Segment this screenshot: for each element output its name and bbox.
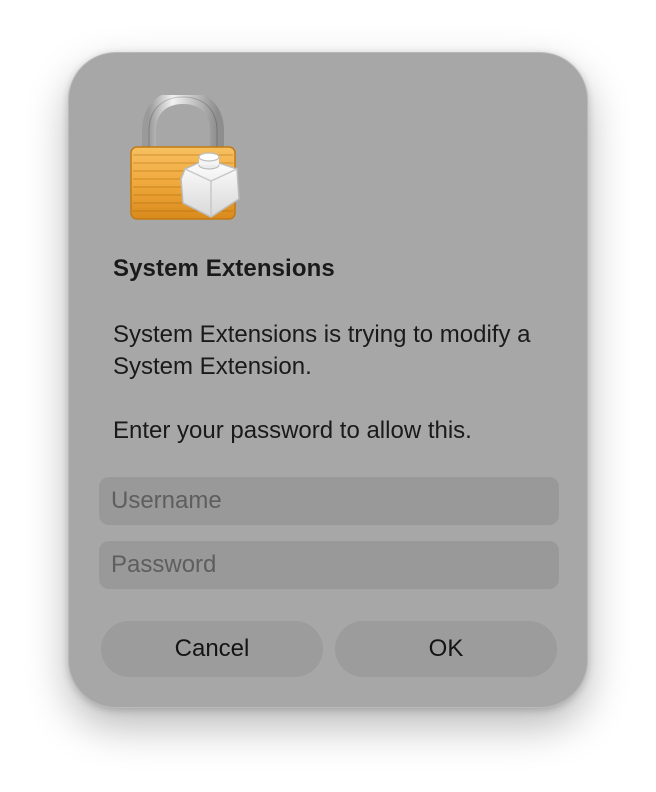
screen: System Extensions System Extensions is t… (0, 0, 656, 792)
username-field[interactable] (99, 477, 559, 525)
authentication-dialog: System Extensions System Extensions is t… (68, 52, 588, 708)
dialog-message: System Extensions is trying to modify a … (113, 321, 531, 380)
cancel-button[interactable]: Cancel (101, 621, 323, 677)
dialog-prompt: Enter your password to allow this. (113, 417, 472, 444)
lock-with-extension-icon (130, 95, 240, 220)
password-field[interactable] (99, 541, 559, 589)
dialog-title: System Extensions (113, 255, 335, 282)
ok-button[interactable]: OK (335, 621, 557, 677)
